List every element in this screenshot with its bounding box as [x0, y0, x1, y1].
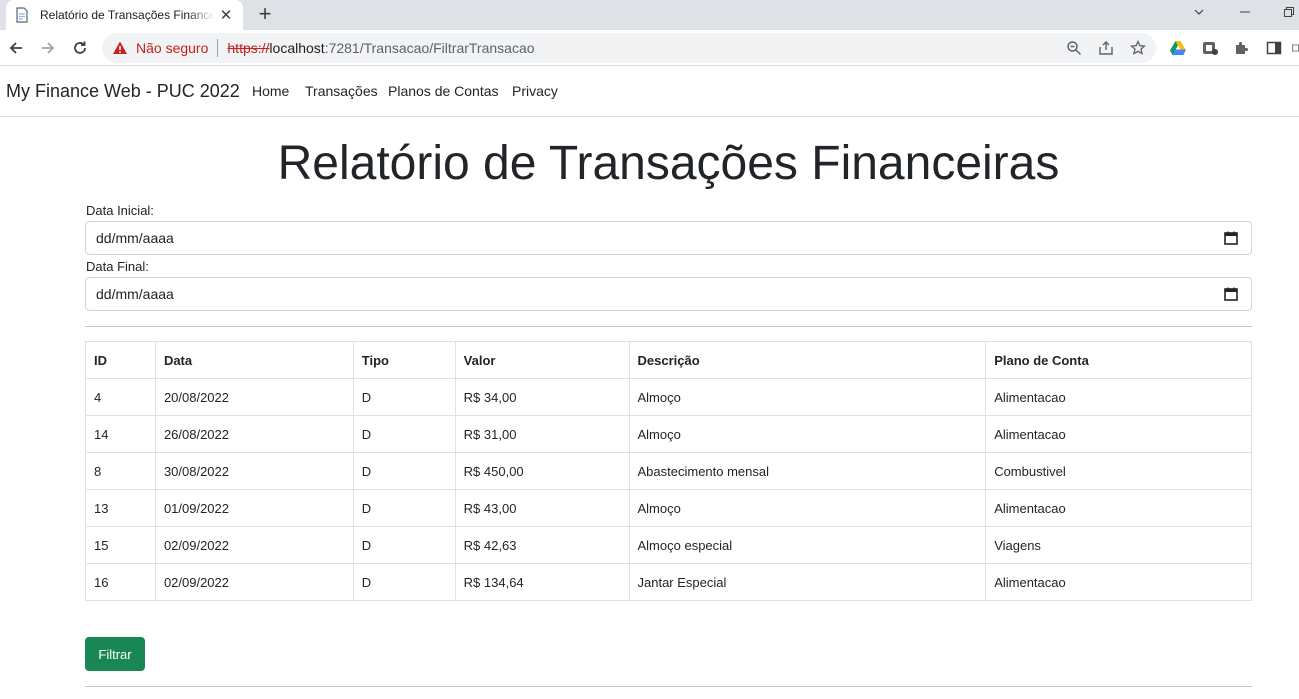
nav-link-privacy[interactable]: Privacy: [512, 83, 558, 99]
cell-plano-de-conta: Viagens: [985, 526, 1252, 564]
column-header-id: ID: [85, 341, 156, 379]
table-row: 15 02/09/2022 D R$ 42,63 Almoço especial…: [85, 526, 1252, 564]
cell-descricao: Almoço: [628, 489, 987, 527]
extension-icon[interactable]: [1202, 40, 1218, 56]
cell-valor: R$ 42,63: [454, 526, 630, 564]
navbar-brand[interactable]: My Finance Web - PUC 2022: [6, 81, 240, 102]
close-icon[interactable]: ✕: [218, 7, 234, 24]
table-row: 8 30/08/2022 D R$ 450,00 Abastecimento m…: [85, 452, 1252, 490]
puzzle-icon[interactable]: [1234, 40, 1250, 56]
new-tab-button[interactable]: +: [253, 2, 277, 26]
table-header-row: ID Data Tipo Valor Descrição Plano de Co…: [85, 341, 1252, 379]
table-row: 16 02/09/2022 D R$ 134,64 Jantar Especia…: [85, 563, 1252, 601]
cell-descricao: Abastecimento mensal: [628, 452, 987, 490]
cell-valor: R$ 43,00: [454, 489, 630, 527]
table-row: 4 20/08/2022 D R$ 34,00 Almoço Alimentac…: [85, 378, 1252, 416]
cell-id: 13: [85, 489, 156, 527]
cell-tipo: D: [352, 489, 456, 527]
back-icon[interactable]: [4, 36, 28, 60]
share-icon[interactable]: [1098, 40, 1114, 56]
cell-id: 16: [85, 563, 156, 601]
column-header-data: Data: [154, 341, 354, 379]
cell-data: 01/09/2022: [154, 489, 354, 527]
cell-data: 26/08/2022: [154, 415, 354, 453]
cell-descricao: Almoço: [628, 415, 987, 453]
reload-icon[interactable]: [68, 36, 92, 60]
browser-toolbar: Não seguro https:// localhost :7281/Tran…: [0, 30, 1299, 66]
cell-plano-de-conta: Alimentacao: [985, 563, 1252, 601]
column-header-valor: Valor: [454, 341, 630, 379]
nav-link-home[interactable]: Home: [252, 83, 289, 99]
column-header-tipo: Tipo: [352, 341, 456, 379]
profile-icon[interactable]: [1292, 40, 1299, 56]
cell-plano-de-conta: Combustivel: [985, 452, 1252, 490]
column-header-plano-de-conta: Plano de Conta: [985, 341, 1252, 379]
address-bar[interactable]: Não seguro https:// localhost :7281/Tran…: [102, 33, 1156, 63]
cell-data: 02/09/2022: [154, 526, 354, 564]
divider: [85, 326, 1252, 327]
tab-title: Relatório de Transações Financeiras - My…: [40, 8, 214, 22]
cell-tipo: D: [352, 452, 456, 490]
footer-divider: [85, 686, 1252, 687]
browser-tab-strip: Relatório de Transações Financeiras - My…: [0, 0, 1299, 30]
cell-tipo: D: [352, 415, 456, 453]
cell-data: 20/08/2022: [154, 378, 354, 416]
nav-link-transacoes[interactable]: Transações: [305, 83, 378, 99]
omnibox-separator: [217, 39, 219, 57]
table-row: 13 01/09/2022 D R$ 43,00 Almoço Alimenta…: [85, 489, 1252, 527]
cell-id: 8: [85, 452, 156, 490]
data-final-field[interactable]: [85, 277, 1252, 311]
cell-data: 30/08/2022: [154, 452, 354, 490]
sidebar-icon[interactable]: [1266, 40, 1282, 56]
table-row: 14 26/08/2022 D R$ 31,00 Almoço Alimenta…: [85, 415, 1252, 453]
data-final-label: Data Final:: [86, 259, 149, 274]
cell-plano-de-conta: Alimentacao: [985, 489, 1252, 527]
cell-id: 14: [85, 415, 156, 453]
document-icon: [14, 7, 30, 23]
site-navbar: My Finance Web - PUC 2022 Home Transaçõe…: [0, 66, 1299, 117]
cell-tipo: D: [352, 563, 456, 601]
column-header-descricao: Descrição: [628, 341, 987, 379]
transactions-table: ID Data Tipo Valor Descrição Plano de Co…: [85, 341, 1252, 601]
url-path: :7281/Transacao/FiltrarTransacao: [324, 40, 535, 56]
warning-icon[interactable]: [112, 40, 128, 56]
nav-link-planos-de-contas[interactable]: Planos de Contas: [388, 83, 499, 99]
filter-button[interactable]: Filtrar: [85, 637, 145, 671]
google-drive-icon[interactable]: [1170, 40, 1186, 56]
cell-data: 02/09/2022: [154, 563, 354, 601]
not-secure-label[interactable]: Não seguro: [136, 40, 208, 56]
cell-tipo: D: [352, 378, 456, 416]
cell-plano-de-conta: Alimentacao: [985, 378, 1252, 416]
cell-valor: R$ 34,00: [454, 378, 630, 416]
zoom-icon[interactable]: [1066, 40, 1082, 56]
data-inicial-field[interactable]: [85, 221, 1252, 255]
data-inicial-input[interactable]: [96, 230, 1196, 246]
chevron-down-icon[interactable]: [1184, 0, 1214, 24]
forward-icon[interactable]: [36, 36, 60, 60]
cell-descricao: Jantar Especial: [628, 563, 987, 601]
url-scheme: https://: [227, 40, 270, 56]
cell-valor: R$ 31,00: [454, 415, 630, 453]
cell-descricao: Almoço: [628, 378, 987, 416]
minimize-icon[interactable]: [1230, 0, 1260, 24]
cell-valor: R$ 450,00: [454, 452, 630, 490]
star-icon[interactable]: [1130, 40, 1146, 56]
cell-id: 4: [85, 378, 156, 416]
browser-tab[interactable]: Relatório de Transações Financeiras - My…: [6, 0, 243, 30]
cell-tipo: D: [352, 526, 456, 564]
data-final-input[interactable]: [96, 286, 1196, 302]
calendar-icon[interactable]: [1224, 231, 1238, 245]
cell-valor: R$ 134,64: [454, 563, 630, 601]
calendar-icon[interactable]: [1224, 287, 1238, 301]
restore-icon[interactable]: [1278, 0, 1299, 24]
cell-id: 15: [85, 526, 156, 564]
data-inicial-label: Data Inicial:: [86, 203, 154, 218]
cell-plano-de-conta: Alimentacao: [985, 415, 1252, 453]
cell-descricao: Almoço especial: [628, 526, 987, 564]
url-host: localhost: [269, 40, 325, 56]
page-title: Relatório de Transações Financeiras: [277, 137, 1060, 190]
